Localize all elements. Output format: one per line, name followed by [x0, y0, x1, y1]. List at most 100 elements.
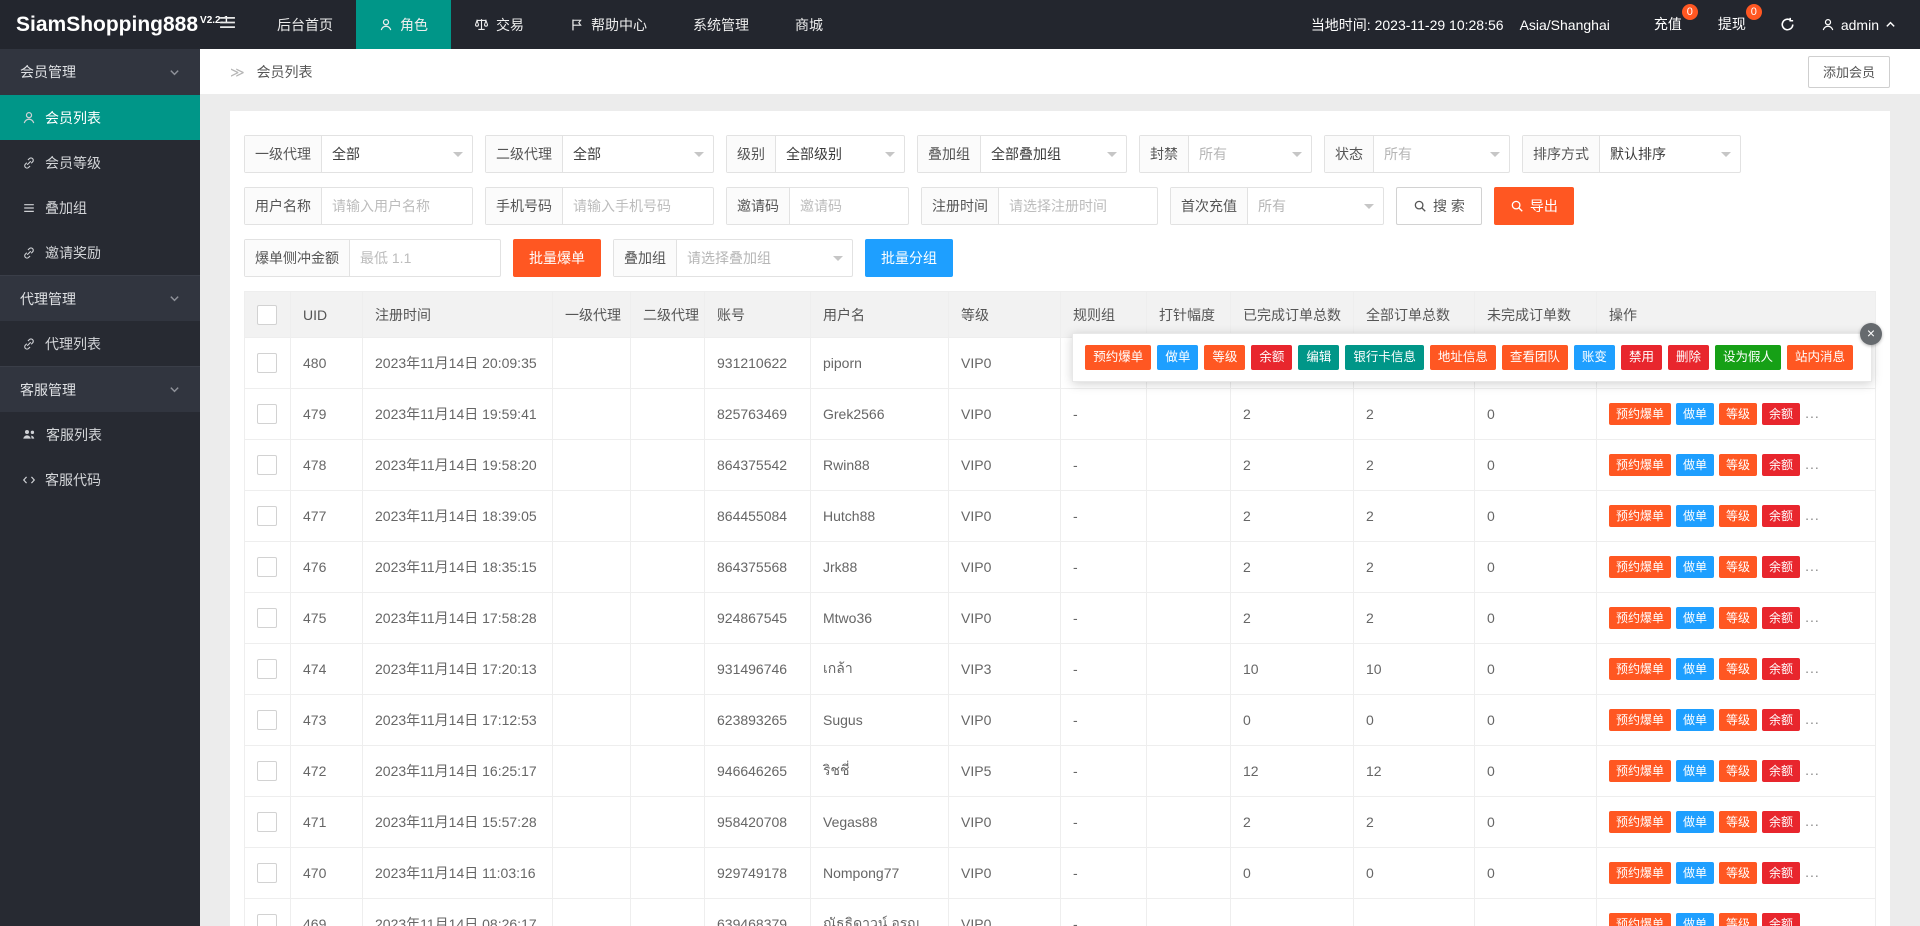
- row-action-button[interactable]: 做单: [1676, 759, 1715, 783]
- row-checkbox[interactable]: [257, 761, 277, 781]
- row-action-button[interactable]: 预约爆单: [1609, 402, 1672, 426]
- row-action-button[interactable]: 预约爆单: [1609, 708, 1672, 732]
- popup-action-button[interactable]: 设为假人: [1714, 345, 1781, 370]
- topmenu-item[interactable]: 帮助中心: [547, 0, 670, 49]
- sidebar-item[interactable]: 代理列表: [0, 321, 200, 366]
- row-checkbox[interactable]: [257, 455, 277, 475]
- row-action-button[interactable]: 等级: [1719, 759, 1758, 783]
- row-action-button[interactable]: 做单: [1676, 555, 1715, 579]
- sidebar-group[interactable]: 会员管理: [0, 49, 200, 95]
- row-action-button[interactable]: 余额: [1762, 606, 1801, 630]
- row-action-button[interactable]: 等级: [1719, 606, 1758, 630]
- row-checkbox[interactable]: [257, 710, 277, 730]
- search-button[interactable]: 搜 索: [1396, 187, 1482, 225]
- popup-action-button[interactable]: 删除: [1667, 345, 1709, 370]
- sidebar-item[interactable]: 会员等级: [0, 140, 200, 185]
- popup-action-button[interactable]: 地址信息: [1429, 345, 1496, 370]
- row-action-button[interactable]: 余额: [1762, 861, 1801, 885]
- popup-action-button[interactable]: 禁用: [1620, 345, 1662, 370]
- row-action-button[interactable]: 等级: [1719, 504, 1758, 528]
- row-action-button[interactable]: 预约爆单: [1609, 861, 1672, 885]
- more-actions-button[interactable]: ...: [1805, 405, 1820, 421]
- row-action-button[interactable]: 预约爆单: [1609, 453, 1672, 477]
- row-action-button[interactable]: 预约爆单: [1609, 912, 1672, 926]
- refresh-icon[interactable]: [1764, 17, 1811, 32]
- select-all-checkbox[interactable]: [257, 304, 277, 325]
- popup-action-button[interactable]: 银行卡信息: [1345, 345, 1424, 370]
- topmenu-item[interactable]: 后台首页: [254, 0, 356, 49]
- quick-link[interactable]: 提现 0: [1700, 0, 1764, 49]
- more-actions-button[interactable]: ...: [1805, 915, 1820, 926]
- row-action-button[interactable]: 预约爆单: [1609, 810, 1672, 834]
- popup-action-button[interactable]: 余额: [1251, 345, 1293, 370]
- row-checkbox[interactable]: [257, 812, 277, 832]
- row-action-button[interactable]: 等级: [1719, 810, 1758, 834]
- row-checkbox[interactable]: [257, 557, 277, 577]
- topmenu-item[interactable]: 系统管理: [670, 0, 772, 49]
- row-action-button[interactable]: 等级: [1719, 657, 1758, 681]
- sidebar-item[interactable]: 叠加组: [0, 185, 200, 230]
- sidebar-item[interactable]: 会员列表: [0, 95, 200, 140]
- more-actions-button[interactable]: ...: [1805, 660, 1820, 676]
- sidebar-toggle-icon[interactable]: [200, 16, 254, 34]
- topmenu-item[interactable]: 角色: [356, 0, 451, 49]
- filter-select[interactable]: 默认排序: [1600, 136, 1740, 172]
- row-checkbox[interactable]: [257, 863, 277, 883]
- filter-select[interactable]: 所有: [1248, 188, 1383, 224]
- popup-action-button[interactable]: 站内消息: [1786, 345, 1853, 370]
- more-actions-button[interactable]: ...: [1805, 609, 1820, 625]
- popup-action-button[interactable]: 账变: [1573, 345, 1615, 370]
- row-action-button[interactable]: 预约爆单: [1609, 555, 1672, 579]
- row-action-button[interactable]: 做单: [1676, 402, 1715, 426]
- user-menu[interactable]: admin: [1811, 17, 1920, 33]
- filter-select[interactable]: 全部: [563, 136, 713, 172]
- row-action-button[interactable]: 余额: [1762, 912, 1801, 926]
- row-action-button[interactable]: 等级: [1719, 708, 1758, 732]
- row-action-button[interactable]: 做单: [1676, 606, 1715, 630]
- filter-select[interactable]: 全部级别: [776, 136, 904, 172]
- row-action-button[interactable]: 等级: [1719, 402, 1758, 426]
- row-action-button[interactable]: 预约爆单: [1609, 504, 1672, 528]
- batch-group-button[interactable]: 批量分组: [865, 239, 953, 277]
- row-action-button[interactable]: 等级: [1719, 912, 1758, 926]
- row-action-button[interactable]: 余额: [1762, 504, 1801, 528]
- more-actions-button[interactable]: ...: [1805, 813, 1820, 829]
- topmenu-item[interactable]: 商城: [772, 0, 846, 49]
- row-action-button[interactable]: 预约爆单: [1609, 657, 1672, 681]
- batch-boom-button[interactable]: 批量爆单: [513, 239, 601, 277]
- more-actions-button[interactable]: ...: [1805, 558, 1820, 574]
- row-action-button[interactable]: 余额: [1762, 555, 1801, 579]
- filter-input[interactable]: [999, 188, 1157, 224]
- filter-select[interactable]: 所有: [1189, 136, 1311, 172]
- filter-select[interactable]: 全部: [322, 136, 472, 172]
- filter-select[interactable]: 所有: [1374, 136, 1509, 172]
- export-button[interactable]: 导出: [1493, 187, 1574, 225]
- row-action-button[interactable]: 做单: [1676, 657, 1715, 681]
- app-logo[interactable]: SiamShopping888 V2.2.1: [0, 13, 229, 37]
- filter-input[interactable]: [322, 188, 472, 224]
- row-action-button[interactable]: 做单: [1676, 912, 1715, 926]
- sidebar-item[interactable]: 邀请奖励: [0, 230, 200, 275]
- row-checkbox[interactable]: [257, 353, 277, 373]
- row-action-button[interactable]: 做单: [1676, 861, 1715, 885]
- row-action-button[interactable]: 余额: [1762, 708, 1801, 732]
- sidebar-item[interactable]: 客服代码: [0, 457, 200, 502]
- popup-action-button[interactable]: 做单: [1157, 345, 1199, 370]
- popup-action-button[interactable]: 编辑: [1298, 345, 1340, 370]
- topmenu-item[interactable]: 交易: [451, 0, 547, 49]
- row-action-button[interactable]: 做单: [1676, 708, 1715, 732]
- row-action-button[interactable]: 做单: [1676, 810, 1715, 834]
- row-checkbox[interactable]: [257, 506, 277, 526]
- filter-select[interactable]: 全部叠加组: [981, 136, 1126, 172]
- row-action-button[interactable]: 预约爆单: [1609, 606, 1672, 630]
- sidebar-group[interactable]: 客服管理: [0, 366, 200, 412]
- row-action-button[interactable]: 等级: [1719, 453, 1758, 477]
- row-checkbox[interactable]: [257, 608, 277, 628]
- row-action-button[interactable]: 余额: [1762, 453, 1801, 477]
- sidebar-group[interactable]: 代理管理: [0, 275, 200, 321]
- sidebar-item[interactable]: 客服列表: [0, 412, 200, 457]
- popup-action-button[interactable]: 预约爆单: [1085, 345, 1152, 370]
- more-actions-button[interactable]: ...: [1805, 507, 1820, 523]
- popup-close-icon[interactable]: ×: [1860, 323, 1882, 345]
- row-action-button[interactable]: 余额: [1762, 657, 1801, 681]
